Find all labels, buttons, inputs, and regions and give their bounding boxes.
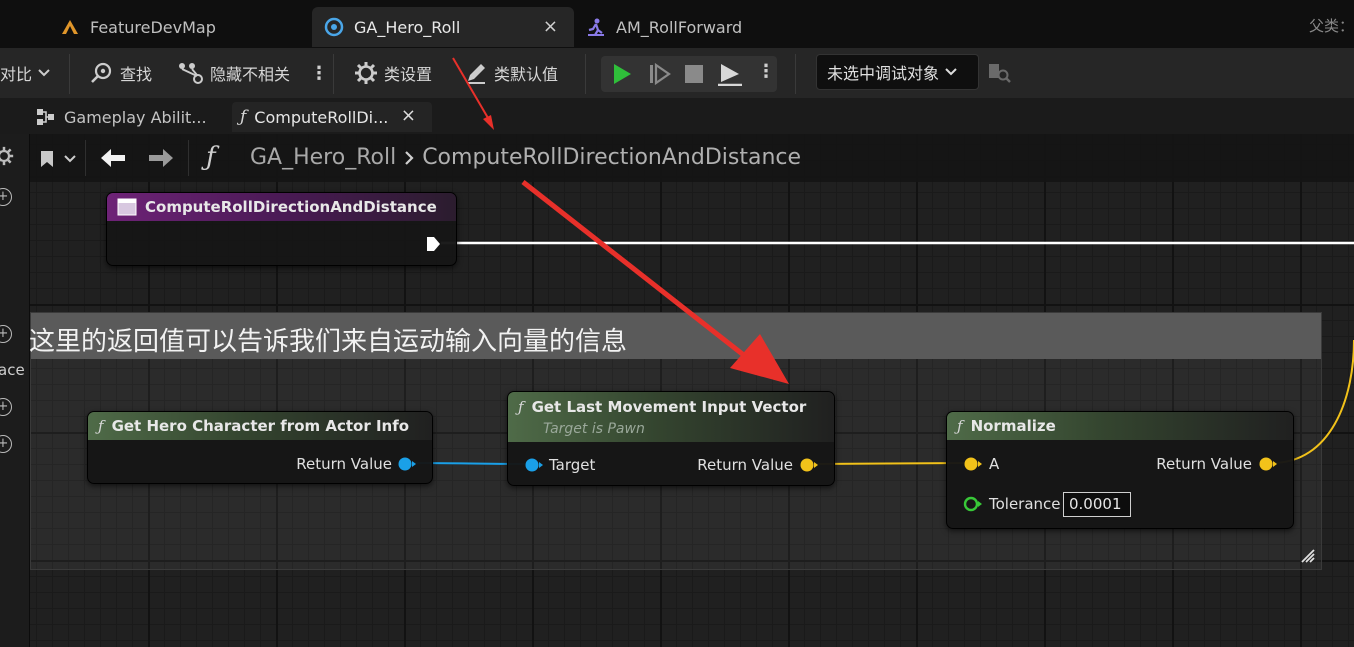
annotation-arrow-large bbox=[521, 180, 789, 384]
annotation-layer bbox=[452, 57, 789, 384]
annotation-arrow-small bbox=[452, 57, 494, 130]
